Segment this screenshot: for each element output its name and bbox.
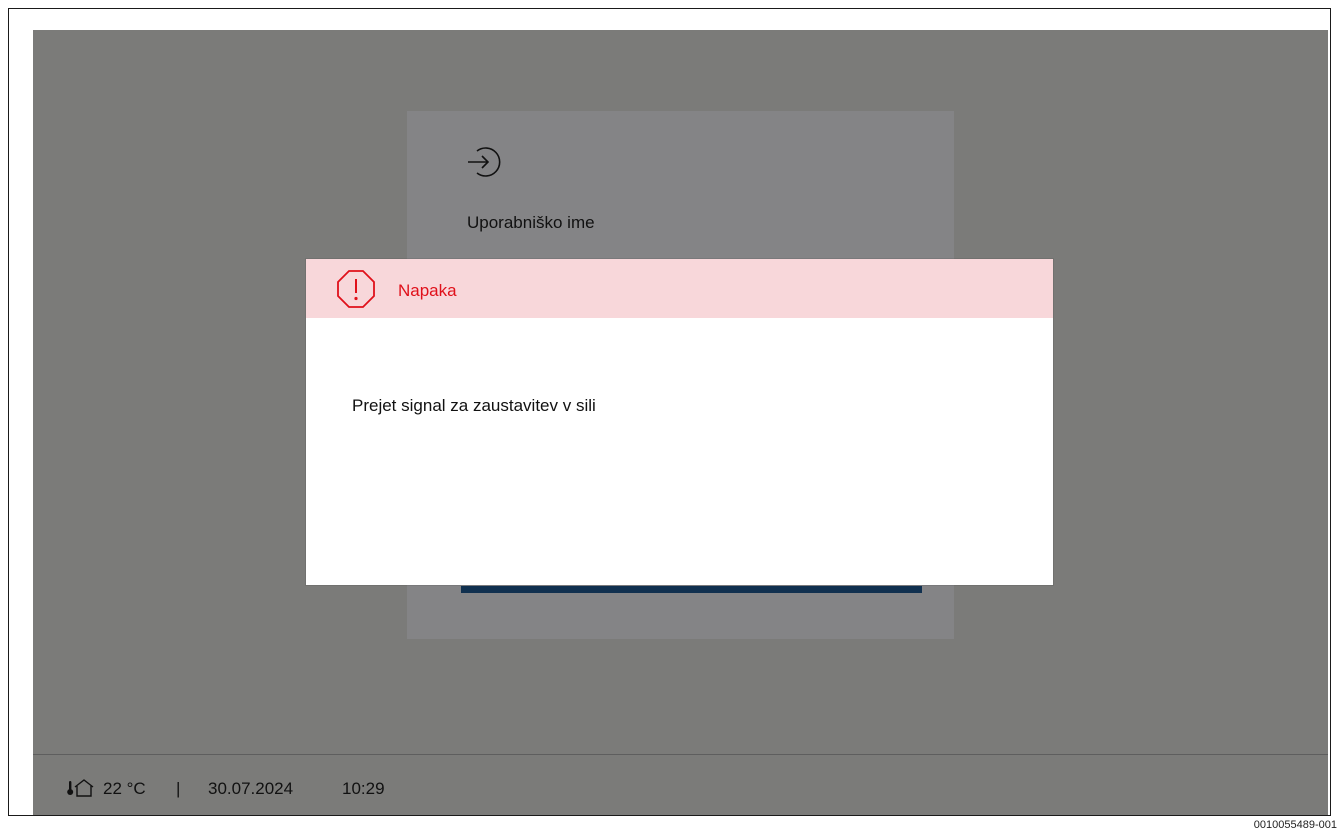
login-arrow-icon <box>468 147 501 177</box>
document-id: 0010055489-001 <box>1253 819 1337 831</box>
login-button[interactable] <box>461 586 922 593</box>
username-label: Uporabniško ime <box>467 213 595 232</box>
temperature-value: 22 °C <box>103 779 146 798</box>
status-bar: 22 °C | 30.07.2024 10:29 <box>33 754 1328 815</box>
status-separator: | <box>176 779 181 798</box>
error-dialog-message: Prejet signal za zaustavitev v sili <box>352 396 596 415</box>
indoor-temperature-icon <box>67 779 94 797</box>
time-value: 10:29 <box>342 779 385 798</box>
date-value: 30.07.2024 <box>208 779 294 798</box>
error-dialog-title: Napaka <box>398 281 457 300</box>
error-dialog-header: Napaka <box>306 259 1053 318</box>
warning-octagon-icon <box>337 270 375 308</box>
error-dialog: Napaka Prejet signal za zaustavitev v si… <box>306 259 1053 585</box>
